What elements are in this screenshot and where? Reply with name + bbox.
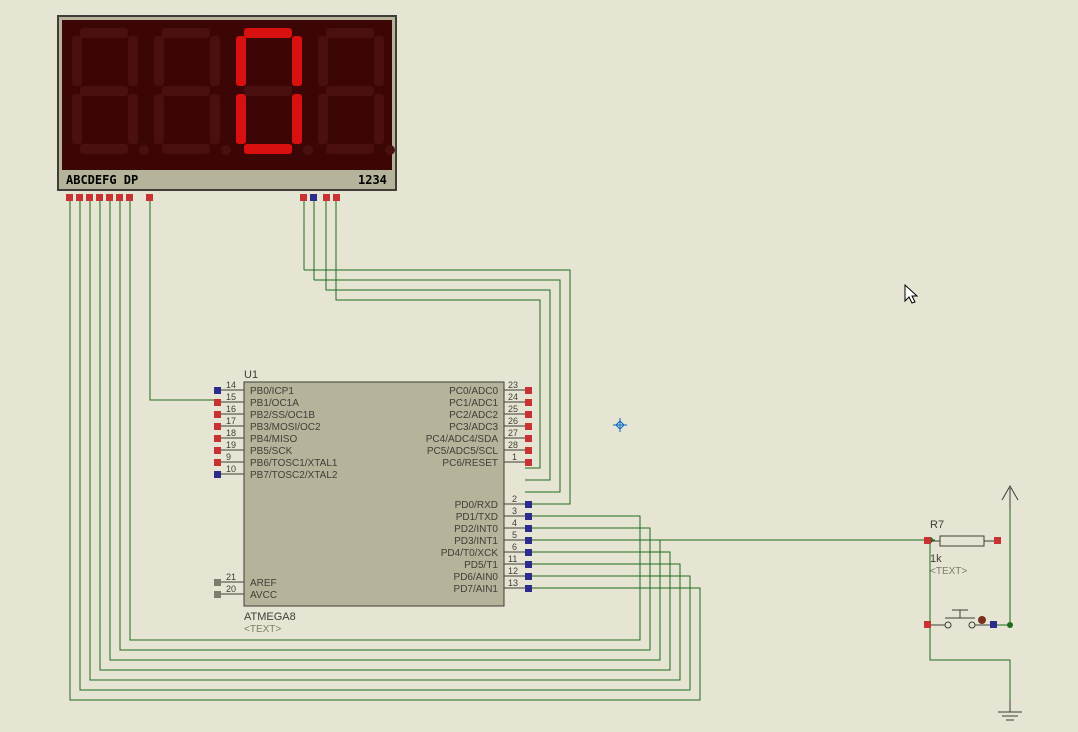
svg-text:23: 23 [508, 380, 518, 390]
ground-symbol[interactable] [998, 700, 1022, 720]
mouse-cursor-icon [905, 285, 917, 303]
svg-text:20: 20 [226, 584, 236, 594]
svg-text:16: 16 [226, 404, 236, 414]
power-symbol[interactable] [1002, 486, 1018, 510]
svg-text:9: 9 [226, 452, 231, 462]
svg-text:PD6/AIN0: PD6/AIN0 [454, 572, 499, 583]
resistor-ref: R7 [930, 519, 944, 531]
svg-text:27: 27 [508, 428, 518, 438]
push-button[interactable] [924, 610, 997, 628]
svg-text:18: 18 [226, 428, 236, 438]
svg-text:10: 10 [226, 464, 236, 474]
svg-text:3: 3 [512, 506, 517, 516]
digit-labels: 1234 [358, 173, 387, 187]
svg-text:PC1/ADC1: PC1/ADC1 [449, 398, 498, 409]
svg-text:PD2/INT0: PD2/INT0 [454, 524, 498, 535]
svg-text:24: 24 [508, 392, 518, 402]
svg-text:PD0/RXD: PD0/RXD [455, 500, 498, 511]
resistor-placeholder: <TEXT> [930, 566, 967, 577]
svg-text:4: 4 [512, 518, 517, 528]
chip-part: ATMEGA8 [244, 611, 296, 623]
svg-text:PC5/ADC5/SCL: PC5/ADC5/SCL [427, 446, 499, 457]
svg-text:PC2/ADC2: PC2/ADC2 [449, 410, 498, 421]
svg-text:15: 15 [226, 392, 236, 402]
placement-crosshair-icon [613, 418, 627, 432]
resistor-value: 1k [930, 553, 942, 565]
svg-text:PB4/MISO: PB4/MISO [250, 434, 297, 445]
svg-text:PD3/INT1: PD3/INT1 [454, 536, 498, 547]
svg-text:PD1/TXD: PD1/TXD [456, 512, 498, 523]
svg-text:PB3/MOSI/OC2: PB3/MOSI/OC2 [250, 422, 321, 433]
svg-text:PB0/ICP1: PB0/ICP1 [250, 386, 294, 397]
right-pins-pd: 2 PD0/RXD 3 PD1/TXD 4 PD2/INT0 5 PD3/INT1 6 P… [441, 494, 532, 595]
svg-text:19: 19 [226, 440, 236, 450]
svg-text:PC6/RESET: PC6/RESET [442, 458, 498, 469]
schematic-canvas[interactable]: ABCDEFG DP 1234 [0, 0, 1078, 732]
svg-text:PD5/T1: PD5/T1 [464, 560, 498, 571]
svg-text:PB7/TOSC2/XTAL2: PB7/TOSC2/XTAL2 [250, 470, 338, 481]
svg-text:2: 2 [512, 494, 517, 504]
svg-text:PB1/OC1A: PB1/OC1A [250, 398, 299, 409]
wires [70, 201, 1010, 700]
svg-text:5: 5 [512, 530, 517, 540]
svg-text:PB5/SCK: PB5/SCK [250, 446, 293, 457]
svg-text:21: 21 [226, 572, 236, 582]
svg-text:PB2/SS/OC1B: PB2/SS/OC1B [250, 410, 315, 421]
svg-text:13: 13 [508, 578, 518, 588]
chip-ref: U1 [244, 369, 258, 381]
segment-labels: ABCDEFG DP [66, 173, 138, 187]
display-digit-pins [300, 194, 340, 201]
svg-text:14: 14 [226, 380, 236, 390]
svg-text:PD4/T0/XCK: PD4/T0/XCK [441, 548, 499, 559]
seven-segment-display[interactable]: ABCDEFG DP 1234 [58, 16, 396, 190]
svg-text:26: 26 [508, 416, 518, 426]
chip-placeholder: <TEXT> [244, 624, 281, 635]
svg-text:1: 1 [512, 452, 517, 462]
display-segment-pins [66, 194, 153, 201]
svg-text:AVCC: AVCC [250, 590, 277, 601]
resistor-r7[interactable]: R7 1k <TEXT> [924, 519, 1001, 577]
svg-text:12: 12 [508, 566, 518, 576]
svg-text:AREF: AREF [250, 578, 277, 589]
svg-text:PC0/ADC0: PC0/ADC0 [449, 386, 498, 397]
svg-text:PC3/ADC3: PC3/ADC3 [449, 422, 498, 433]
svg-text:PB6/TOSC1/XTAL1: PB6/TOSC1/XTAL1 [250, 458, 338, 469]
svg-text:PD7/AIN1: PD7/AIN1 [454, 584, 499, 595]
svg-text:11: 11 [508, 554, 517, 564]
svg-text:25: 25 [508, 404, 518, 414]
svg-text:28: 28 [508, 440, 518, 450]
svg-text:17: 17 [226, 416, 236, 426]
svg-text:6: 6 [512, 542, 517, 552]
svg-text:PC4/ADC4/SDA: PC4/ADC4/SDA [426, 434, 499, 445]
atmega8-chip[interactable]: U1 ATMEGA8 <TEXT> 14 PB0/ICP1 15PB1/OC1A… [214, 369, 532, 635]
